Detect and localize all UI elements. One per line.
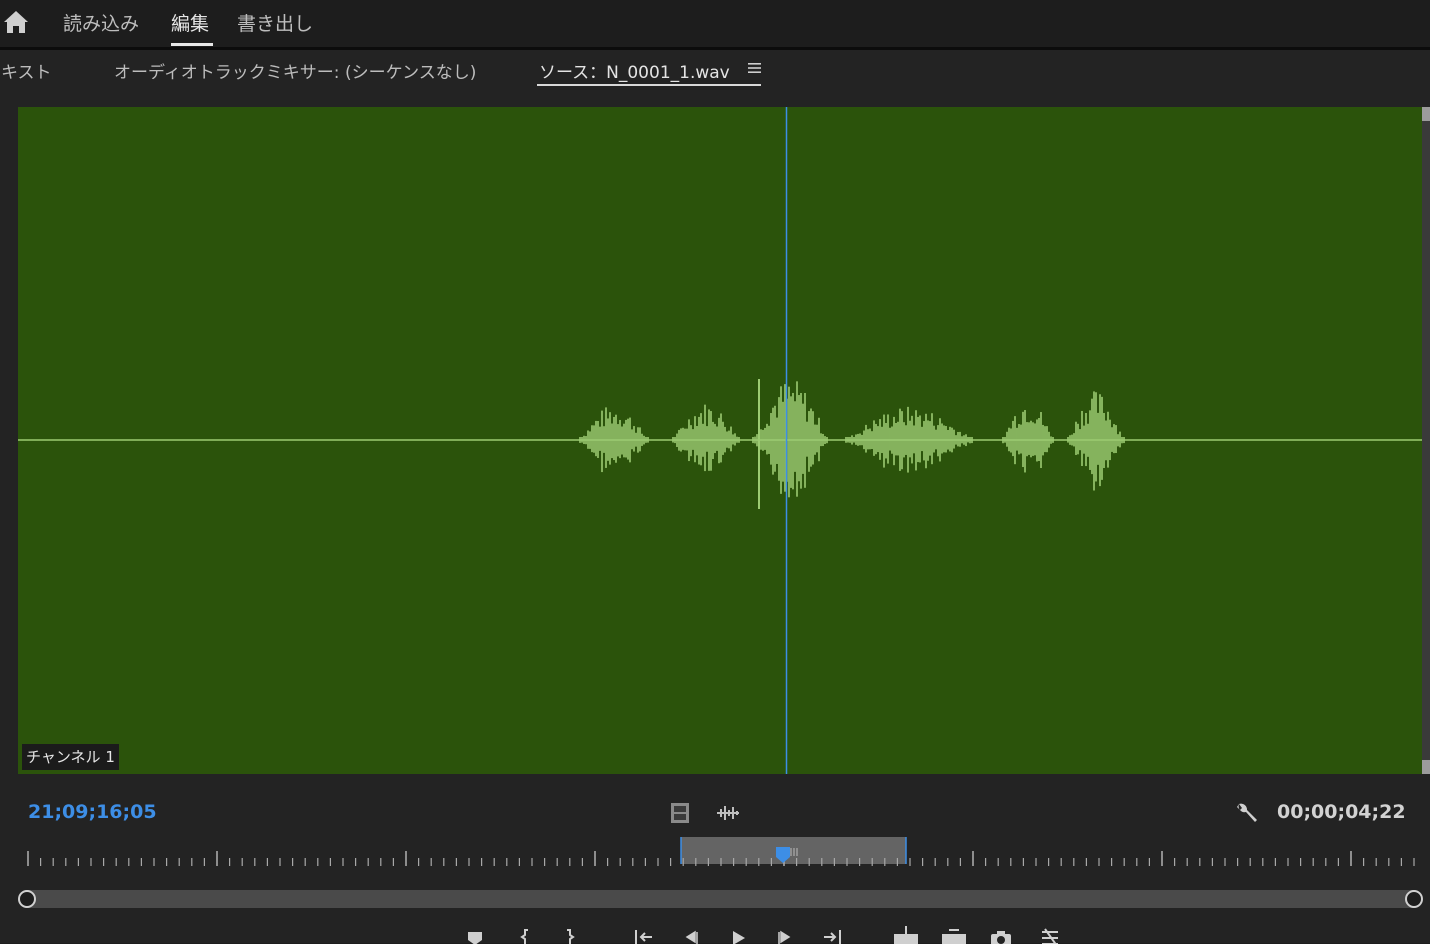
zoom-scroll-bar[interactable] xyxy=(26,890,1414,908)
step-back-icon[interactable] xyxy=(680,924,702,944)
workspace-tab-edit[interactable]: 編集 xyxy=(171,9,209,36)
channel-label: チャンネル 1 xyxy=(22,744,119,770)
time-ruler[interactable] xyxy=(18,832,1422,872)
tab-source[interactable]: ソース：N_0001_1.wav xyxy=(539,58,743,83)
tab-audio-track-mixer[interactable]: オーディオトラックミキサー: (シーケンスなし) xyxy=(114,58,476,83)
playhead-timecode[interactable]: 21;09;16;05 xyxy=(28,801,157,823)
insert-icon[interactable] xyxy=(893,924,919,944)
scroll-handle-left[interactable] xyxy=(18,890,36,908)
go-to-out-icon[interactable] xyxy=(822,924,844,944)
go-to-in-icon[interactable] xyxy=(632,924,654,944)
workspace-tab-import[interactable]: 読み込み xyxy=(63,9,139,36)
mark-out-icon[interactable] xyxy=(558,924,580,944)
waveform xyxy=(18,107,1422,774)
workspace-bar: 読み込み 編集 書き出し xyxy=(0,0,1430,48)
wrench-icon[interactable] xyxy=(1235,802,1259,826)
add-marker-icon[interactable] xyxy=(464,924,486,944)
tab-text[interactable]: テキスト xyxy=(0,58,52,83)
audio-waveform-icon[interactable] xyxy=(716,804,740,822)
mark-in-icon[interactable] xyxy=(515,924,537,944)
scroll-handle-right[interactable] xyxy=(1405,890,1423,908)
vertical-scrollbar[interactable] xyxy=(1422,107,1430,774)
film-strip-icon[interactable] xyxy=(670,802,690,824)
active-workspace-indicator xyxy=(171,43,213,46)
duration-timecode: 00;00;04;22 xyxy=(1277,801,1406,823)
panel-tab-bar: テキスト オーディオトラックミキサー: (シーケンスなし) ソース：N_0001… xyxy=(0,50,1430,94)
transport-controls xyxy=(0,920,1430,944)
overwrite-icon[interactable] xyxy=(941,924,967,944)
hamburger-menu-icon[interactable] xyxy=(748,62,761,74)
button-editor-icon[interactable] xyxy=(1039,924,1061,944)
workspace-tab-export[interactable]: 書き出し xyxy=(237,9,313,36)
active-tab-indicator xyxy=(537,84,761,86)
step-forward-icon[interactable] xyxy=(774,924,796,944)
play-icon[interactable] xyxy=(727,924,749,944)
export-frame-icon[interactable] xyxy=(990,924,1012,944)
audio-waveform-display[interactable] xyxy=(18,107,1422,774)
home-icon[interactable] xyxy=(2,8,30,36)
